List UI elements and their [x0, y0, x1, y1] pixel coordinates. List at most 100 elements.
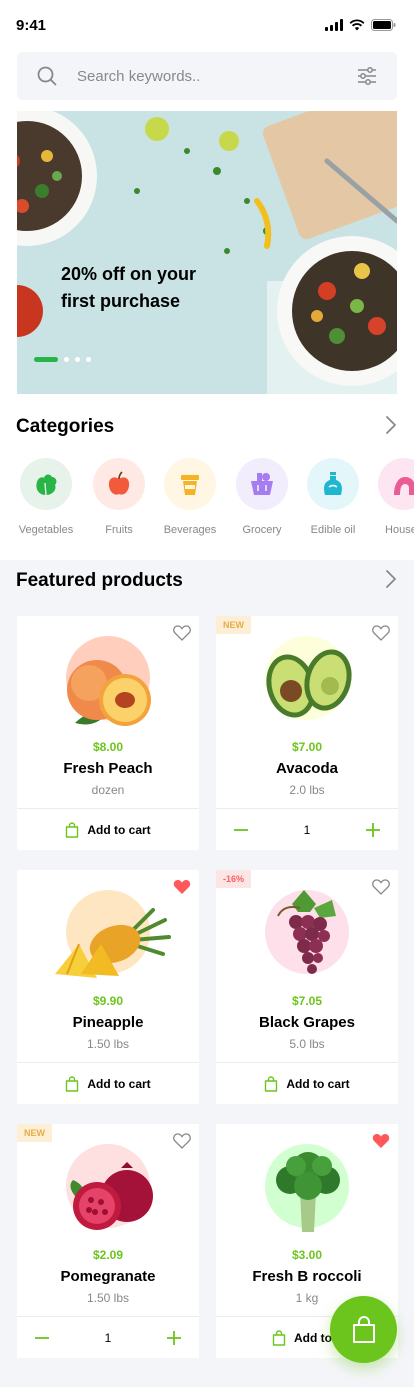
product-name: Black Grapes: [259, 1014, 355, 1031]
product-price: $7.00: [291, 740, 323, 754]
search-icon: [37, 66, 57, 86]
carousel-dot[interactable]: [86, 357, 91, 362]
shopping-bag-icon: [352, 1315, 375, 1343]
featured-title: Featured products: [16, 570, 183, 591]
category-label: Fruits: [105, 524, 133, 536]
product-card-avacoda[interactable]: NEW $7.00 Avacoda 2.0 lbs 1: [216, 616, 398, 850]
category-edible-oil[interactable]: Edible oil: [293, 458, 373, 536]
chevron-right-icon[interactable]: [384, 569, 398, 589]
wifi-icon: [349, 19, 365, 31]
lettuce-icon: [36, 474, 57, 496]
shopping-bag-icon: [66, 821, 79, 838]
category-label: Grocery: [242, 524, 282, 536]
minus-icon[interactable]: [234, 823, 248, 837]
add-to-cart-label: Add to cart: [87, 1076, 151, 1091]
carousel-dot[interactable]: [75, 357, 80, 362]
product-name: Pineapple: [72, 1014, 144, 1031]
apple-icon: [108, 471, 130, 495]
product-unit: 5.0 lbs: [289, 1037, 325, 1051]
broccoli-icon: [276, 1152, 340, 1232]
pomegranate-icon: [70, 1162, 153, 1230]
grapes-icon: [277, 890, 336, 974]
category-icon-circle: [20, 458, 72, 510]
add-to-cart-label: Add to cart: [286, 1076, 350, 1091]
avocado-icon: [266, 649, 352, 718]
status-icons: [325, 19, 396, 31]
shopping-bag-icon: [66, 1075, 79, 1092]
category-icon-circle: [236, 458, 288, 510]
pineapple-icon: [55, 908, 171, 978]
heart-outline-icon[interactable]: [372, 625, 390, 641]
category-icon-circle: [307, 458, 359, 510]
status-time: 9:41: [16, 16, 47, 34]
category-icon-circle: [93, 458, 145, 510]
heart-filled-icon[interactable]: [372, 1133, 390, 1149]
add-to-cart-label: Add to cart: [87, 822, 151, 837]
quantity-value: 1: [303, 822, 311, 837]
category-household[interactable]: Househ: [364, 458, 414, 536]
product-name: Fresh Peach: [63, 760, 153, 777]
oil-bottle-icon: [324, 472, 342, 495]
add-to-cart-button[interactable]: Add to cart: [216, 1062, 398, 1104]
category-icon-circle: [378, 458, 414, 510]
cart-fab-button[interactable]: [330, 1296, 397, 1363]
battery-icon: [371, 19, 396, 31]
product-card-fresh-peach[interactable]: $8.00 Fresh Peach dozen Add to cart: [17, 616, 199, 850]
product-price: $3.00: [291, 1248, 323, 1262]
carousel-dots[interactable]: [34, 357, 91, 362]
food-photo: [17, 111, 397, 394]
category-grocery[interactable]: Grocery: [222, 458, 302, 536]
product-unit: dozen: [91, 783, 125, 797]
filter-icon[interactable]: [357, 67, 377, 85]
promo-banner[interactable]: 20% off on your first purchase: [17, 111, 397, 394]
quantity-stepper[interactable]: 1: [216, 808, 398, 850]
product-card-pomegranate[interactable]: NEW $2.09 Pomegranate 1.50 lbs 1: [17, 1124, 199, 1358]
chevron-right-icon[interactable]: [384, 415, 398, 435]
heart-outline-icon[interactable]: [173, 625, 191, 641]
status-bar: 9:41: [0, 0, 414, 50]
carousel-dot-active[interactable]: [34, 357, 58, 362]
minus-icon[interactable]: [35, 1331, 49, 1345]
household-icon: [394, 477, 414, 495]
product-card-pineapple[interactable]: $9.90 Pineapple 1.50 lbs Add to cart: [17, 870, 199, 1104]
shopping-bag-icon: [272, 1329, 286, 1346]
category-label: Edible oil: [310, 524, 356, 536]
category-list: Vegetables Fruits Beverages Grocery Edib…: [0, 458, 414, 538]
signal-icon: [325, 19, 343, 31]
category-label: Vegetables: [18, 524, 74, 536]
product-price: $7.05: [291, 994, 323, 1008]
heart-outline-icon[interactable]: [372, 879, 390, 895]
plus-icon[interactable]: [366, 822, 380, 837]
heart-filled-icon[interactable]: [173, 879, 191, 895]
category-icon-circle: [164, 458, 216, 510]
category-label: Beverages: [163, 524, 217, 536]
shopping-bag-icon: [265, 1075, 278, 1092]
add-to-cart-button[interactable]: Add to cart: [17, 1062, 199, 1104]
category-fruits[interactable]: Fruits: [79, 458, 159, 536]
quantity-value: 1: [104, 1330, 112, 1345]
category-vegetables[interactable]: Vegetables: [6, 458, 86, 536]
cup-icon: [181, 475, 199, 495]
category-label: Househ: [385, 524, 414, 536]
promo-headline: 20% off on your first purchase: [61, 264, 197, 311]
categories-title: Categories: [16, 416, 115, 437]
product-card-black-grapes[interactable]: -16% $7.05 Black Grapes 5.0 lbs Add to c…: [216, 870, 398, 1104]
peach-icon: [67, 660, 151, 726]
search-input[interactable]: Search keywords..: [77, 68, 357, 85]
product-price: $2.09: [92, 1248, 124, 1262]
heart-outline-icon[interactable]: [173, 1133, 191, 1149]
carousel-dot[interactable]: [64, 357, 69, 362]
category-beverages[interactable]: Beverages: [150, 458, 230, 536]
search-bar[interactable]: Search keywords..: [17, 52, 397, 100]
basket-icon: [251, 473, 273, 495]
product-unit: 1.50 lbs: [86, 1291, 130, 1305]
quantity-stepper[interactable]: 1: [17, 1316, 199, 1358]
product-unit: 2.0 lbs: [289, 783, 325, 797]
product-unit: 1.50 lbs: [86, 1037, 130, 1051]
product-price: $8.00: [92, 740, 124, 754]
product-name: Fresh B roccoli: [252, 1268, 362, 1285]
product-name: Pomegranate: [60, 1268, 156, 1285]
plus-icon[interactable]: [167, 1330, 181, 1345]
product-price: $9.90: [92, 994, 124, 1008]
add-to-cart-button[interactable]: Add to cart: [17, 808, 199, 850]
